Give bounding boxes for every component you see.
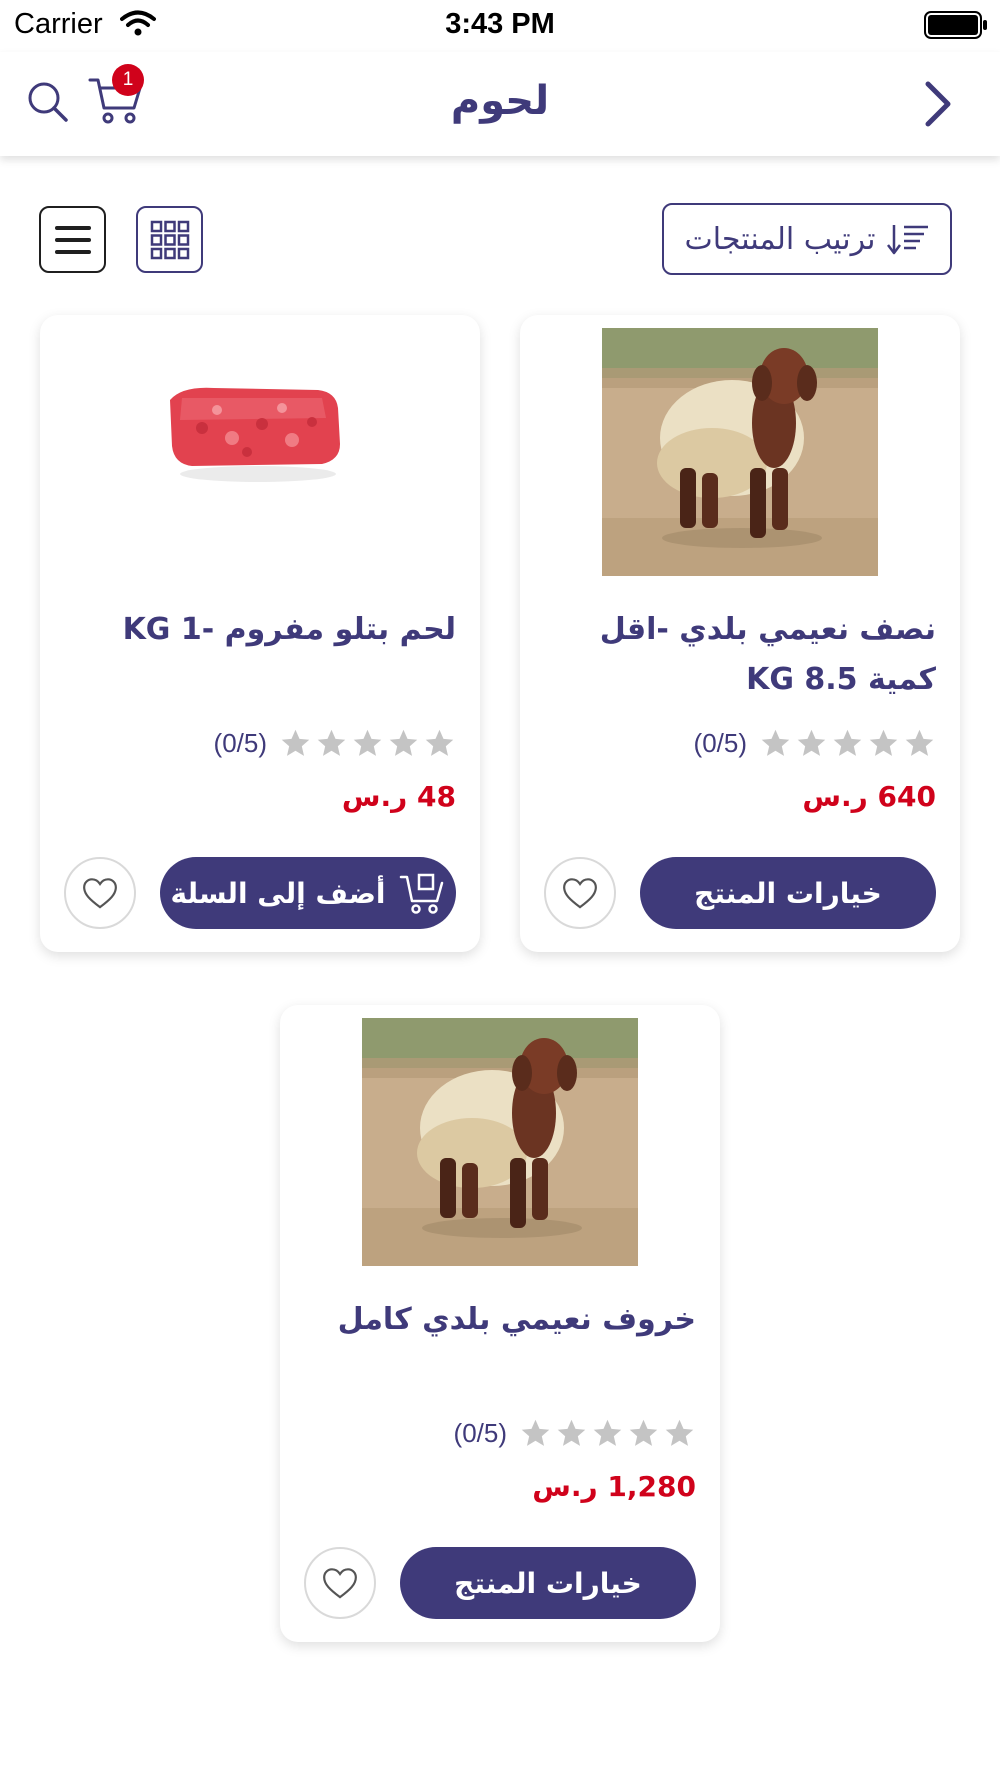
product-card[interactable]: خروف نعيمي بلدي كامل (0/5) 1,280 ر.س خيا…: [280, 1005, 720, 1642]
heart-icon: [320, 1563, 360, 1603]
star-icon: [351, 727, 384, 760]
star-icon: [759, 727, 792, 760]
product-image-sheep[interactable]: [362, 1018, 638, 1266]
wishlist-button[interactable]: [64, 857, 136, 929]
menu-lines-icon: [54, 225, 91, 254]
wishlist-button[interactable]: [544, 857, 616, 929]
list-view-button[interactable]: [39, 206, 106, 273]
button-label: أضف إلى السلة: [170, 876, 386, 910]
rating-text: (0/5): [453, 1418, 507, 1448]
product-rating: (0/5): [214, 727, 456, 760]
star-icon: [555, 1417, 588, 1450]
star-icon: [867, 727, 900, 760]
rating-text: (0/5): [693, 728, 747, 758]
product-card[interactable]: نصف نعيمي بلدي -اقل كمية KG 8.5 (0/5) 64…: [520, 315, 960, 952]
star-icon: [315, 727, 348, 760]
product-price: 1,280 ر.س: [532, 1470, 696, 1503]
heart-icon: [80, 873, 120, 913]
clock: 3:43 PM: [445, 8, 555, 40]
star-icon: [627, 1417, 660, 1450]
product-options-button[interactable]: خيارات المنتج: [400, 1547, 696, 1619]
grid-icon: [150, 220, 189, 259]
sort-products-button[interactable]: ترتيب المنتجات: [662, 203, 952, 275]
star-icon: [423, 727, 456, 760]
add-to-cart-icon: [400, 873, 444, 914]
star-icon: [387, 727, 420, 760]
product-price: 48 ر.س: [341, 780, 456, 813]
sort-label: ترتيب المنتجات: [684, 221, 876, 257]
star-icon: [903, 727, 936, 760]
rating-stars: [279, 727, 456, 760]
star-icon: [591, 1417, 624, 1450]
product-options-button[interactable]: خيارات المنتج: [640, 857, 936, 929]
button-label: خيارات المنتج: [454, 1566, 642, 1600]
star-icon: [519, 1417, 552, 1450]
product-price: 640 ر.س: [802, 780, 936, 813]
rating-text: (0/5): [213, 728, 267, 758]
status-bar: Carrier 3:43 PM: [0, 0, 1000, 50]
page-title: لحوم: [450, 78, 550, 124]
product-image-sheep[interactable]: [602, 328, 878, 576]
star-icon: [279, 727, 312, 760]
product-rating: (0/5): [454, 1417, 696, 1450]
rating-stars: [759, 727, 936, 760]
back-chevron-icon[interactable]: [918, 78, 958, 130]
star-icon: [663, 1417, 696, 1450]
add-to-cart-button[interactable]: أضف إلى السلة: [160, 857, 456, 929]
heart-icon: [560, 873, 600, 913]
product-card[interactable]: لحم بتلو مفروم -1 KG (0/5) 48 ر.س أضف إل…: [40, 315, 480, 952]
star-icon: [795, 727, 828, 760]
wishlist-button[interactable]: [304, 1547, 376, 1619]
battery-icon: [924, 11, 987, 39]
product-name[interactable]: خروف نعيمي بلدي كامل: [304, 1295, 696, 1345]
sort-icon: [886, 225, 928, 255]
product-name[interactable]: نصف نعيمي بلدي -اقل كمية KG 8.5: [544, 605, 936, 705]
product-name[interactable]: لحم بتلو مفروم -1 KG: [64, 605, 456, 655]
nav-bar: 1 لحوم: [0, 52, 1000, 156]
product-rating: (0/5): [694, 727, 936, 760]
grid-view-button[interactable]: [136, 206, 203, 273]
product-image-minced-meat[interactable]: [122, 328, 398, 576]
rating-stars: [519, 1417, 696, 1450]
star-icon: [831, 727, 864, 760]
button-label: خيارات المنتج: [694, 876, 882, 910]
